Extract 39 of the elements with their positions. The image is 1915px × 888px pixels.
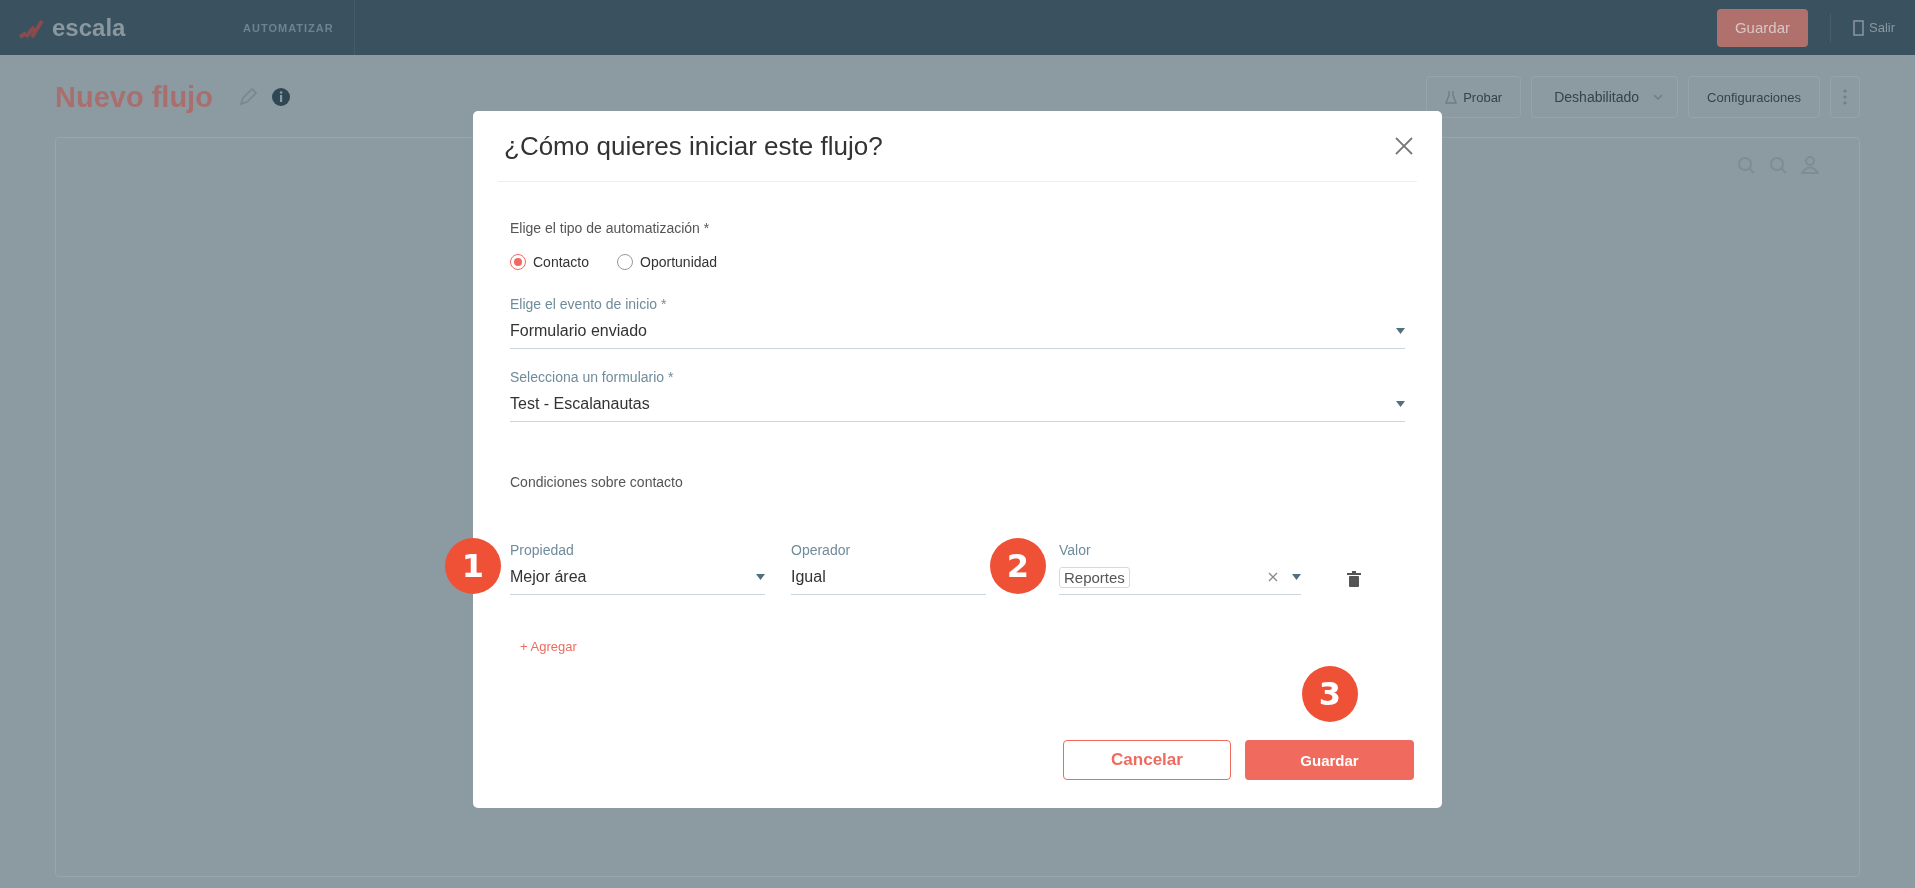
exit-link[interactable]: Salir — [1853, 19, 1895, 36]
section-label: Condiciones sobre contacto — [510, 474, 684, 490]
door-icon — [1853, 19, 1864, 36]
field-label: Elige el evento de inicio * — [510, 296, 668, 312]
radio-option[interactable]: Contacto — [510, 254, 590, 270]
start-event-select[interactable]: Formulario enviado — [510, 318, 1405, 349]
step-number-badge: 1 — [445, 538, 501, 594]
add-condition-link[interactable]: + Agregar — [520, 639, 577, 654]
caret-down-icon — [1396, 401, 1405, 407]
caret-down-icon — [1396, 328, 1405, 334]
caret-icon — [1653, 94, 1664, 100]
field-label: Operador — [791, 542, 852, 558]
value-tag: Reportes — [1059, 566, 1130, 588]
more-menu-button[interactable] — [1830, 76, 1860, 118]
status-dropdown[interactable]: Deshabilitado — [1531, 76, 1679, 118]
logo-text: escala — [52, 13, 126, 42]
step-number-badge: 2 — [990, 538, 1046, 594]
property-select[interactable]: Mejor área — [510, 564, 765, 595]
question-label: Elige el tipo de automatización * — [510, 220, 711, 236]
cancel-button[interactable]: Cancelar — [1063, 740, 1231, 780]
operator-field[interactable]: Igual — [791, 564, 986, 595]
field-label: Selecciona un formulario * — [510, 369, 675, 385]
field-label: Valor — [1059, 542, 1092, 558]
info-icon[interactable] — [270, 87, 291, 107]
field-label: Propiedad — [510, 542, 575, 558]
radio-option[interactable]: Oportunidad — [617, 254, 718, 270]
value-select[interactable]: Reportes — [1059, 564, 1301, 595]
caret-down-icon — [1292, 574, 1301, 580]
caret-down-icon — [756, 574, 765, 580]
save-button[interactable]: Guardar — [1245, 740, 1414, 780]
save-button[interactable]: Guardar — [1716, 8, 1808, 47]
flask-icon — [1445, 90, 1458, 104]
modal-title: ¿Cómo quieres iniciar este flujo? — [504, 130, 883, 162]
form-select[interactable]: Test - Escalanautas — [510, 391, 1405, 422]
trash-icon[interactable] — [1347, 571, 1361, 587]
clear-icon[interactable] — [1268, 572, 1278, 582]
close-icon[interactable] — [1395, 137, 1413, 155]
settings-button[interactable]: Configuraciones — [1688, 76, 1820, 118]
step-number-badge: 3 — [1302, 666, 1358, 722]
